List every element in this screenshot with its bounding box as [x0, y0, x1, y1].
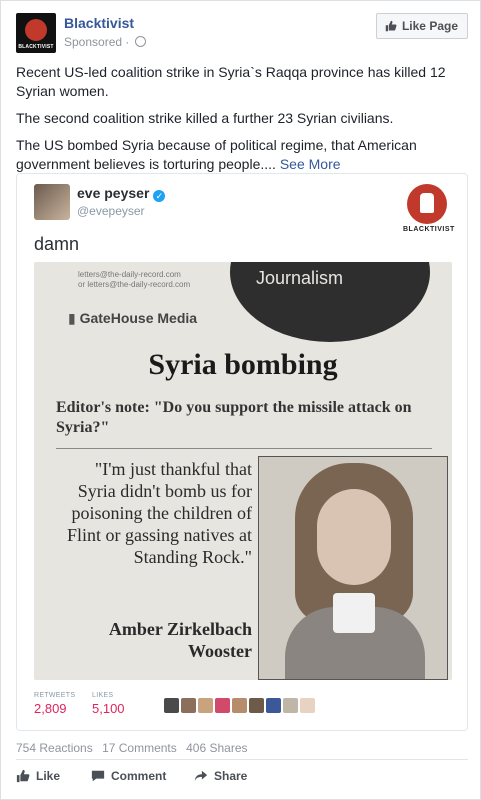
newspaper-contact: letters@the-daily-record.com or letters@… — [78, 270, 190, 290]
liker-avatar[interactable] — [266, 698, 281, 713]
facebook-post: BLACKTIVIST Blacktivist Sponsored · Like… — [0, 0, 481, 800]
liker-avatar[interactable] — [283, 698, 298, 713]
verified-badge-icon: ✓ — [153, 190, 166, 202]
post-text: Recent US-led coalition strike in Syria`… — [16, 63, 468, 182]
share-arrow-icon — [194, 770, 208, 782]
liker-avatar[interactable] — [215, 698, 230, 713]
publisher-mark-icon: ▮ — [68, 310, 80, 326]
likes-label: LIKES — [92, 692, 114, 699]
liker-avatar[interactable] — [300, 698, 315, 713]
like-page-button[interactable]: Like Page — [375, 13, 468, 39]
post-paragraph-3-text: The US bombed Syria because of political… — [16, 137, 417, 172]
logo-label: BLACKTIVIST — [403, 226, 455, 233]
retweets-count: 2,809 — [34, 701, 67, 716]
tweet-text: damn — [34, 234, 80, 254]
share-button[interactable]: Share — [194, 769, 247, 783]
liker-avatars — [164, 698, 315, 713]
liker-avatar[interactable] — [232, 698, 247, 713]
newspaper-headline: Syria bombing — [148, 348, 338, 381]
author-portrait — [258, 456, 448, 680]
reactions-count[interactable]: 754 Reactions — [16, 741, 93, 755]
newspaper-author: Amber Zirkelbach Wooster — [54, 618, 252, 662]
newspaper-publisher-name: GateHouse Media — [79, 310, 198, 326]
globe-icon — [134, 36, 146, 47]
tweet-author-name-text: eve peyser — [77, 185, 150, 201]
sponsored-label: Sponsored · — [64, 35, 146, 49]
newspaper-quote: "I'm just thankful that Syria didn't bom… — [67, 459, 252, 567]
like-label: Like — [36, 769, 61, 783]
like-page-label: Like Page — [401, 19, 458, 33]
comment-bubble-icon — [91, 770, 105, 782]
page-name-link[interactable]: Blacktivist — [64, 15, 134, 31]
newspaper-divider — [56, 448, 432, 449]
sponsored-text: Sponsored · — [64, 35, 130, 49]
comments-count[interactable]: 17 Comments — [102, 741, 177, 755]
retweets-stat[interactable]: RETWEETS 2,809 — [34, 692, 75, 716]
newspaper-editor-note: Editor's note: "Do you support the missi… — [56, 399, 412, 436]
liker-avatar[interactable] — [164, 698, 179, 713]
portrait-collar — [333, 593, 375, 633]
shares-count[interactable]: 406 Shares — [186, 741, 247, 755]
comment-label: Comment — [111, 769, 167, 783]
post-paragraph-1: Recent US-led coalition strike in Syria`… — [16, 64, 446, 99]
newspaper-author-town: Wooster — [188, 641, 252, 661]
avatar-label: BLACKTIVIST — [18, 44, 54, 50]
thumbs-up-icon — [385, 20, 397, 32]
likes-count: 5,100 — [92, 701, 125, 716]
comment-button[interactable]: Comment — [91, 769, 166, 783]
newspaper-section-label: Journalism — [256, 268, 344, 288]
liker-avatar[interactable] — [249, 698, 264, 713]
newspaper-photo[interactable]: letters@the-daily-record.com or letters@… — [34, 262, 452, 680]
tweet-author-name[interactable]: eve peyser ✓ — [77, 185, 166, 202]
tweet-author-avatar[interactable] — [34, 184, 70, 220]
page-avatar[interactable]: BLACKTIVIST — [16, 13, 56, 53]
portrait-face — [317, 489, 391, 585]
likes-stat[interactable]: LIKES 5,100 — [92, 692, 125, 716]
see-more-link[interactable]: See More — [280, 156, 341, 172]
thumbs-up-icon — [16, 769, 30, 783]
blacktivist-logo: BLACKTIVIST — [403, 184, 455, 233]
actions-divider — [16, 759, 468, 760]
like-button[interactable]: Like — [16, 769, 60, 783]
post-paragraph-2: The second coalition strike killed a fur… — [16, 110, 394, 126]
tweet-author-handle[interactable]: @evepeyser — [77, 204, 145, 218]
newspaper-author-name: Amber Zirkelbach — [108, 619, 252, 639]
share-label: Share — [214, 769, 248, 783]
post-paragraph-3: The US bombed Syria because of political… — [16, 136, 468, 174]
fist-logo-icon — [25, 19, 47, 41]
newspaper-contact-line-2: or letters@the-daily-record.com — [78, 280, 191, 289]
fist-logo-icon — [407, 184, 447, 224]
liker-avatar[interactable] — [198, 698, 213, 713]
newspaper-publisher: ▮ GateHouse Media — [68, 310, 197, 327]
newspaper-contact-line-1: letters@the-daily-record.com — [78, 270, 181, 279]
engagement-summary: 754 Reactions 17 Comments 406 Shares — [16, 741, 254, 755]
liker-avatar[interactable] — [181, 698, 196, 713]
post-header: BLACKTIVIST Blacktivist Sponsored · Like… — [16, 13, 468, 55]
post-actions: Like Comment Share — [16, 769, 468, 789]
retweets-label: RETWEETS — [34, 692, 76, 699]
embedded-tweet[interactable]: eve peyser ✓ @evepeyser BLACKTIVIST damn … — [16, 173, 468, 731]
